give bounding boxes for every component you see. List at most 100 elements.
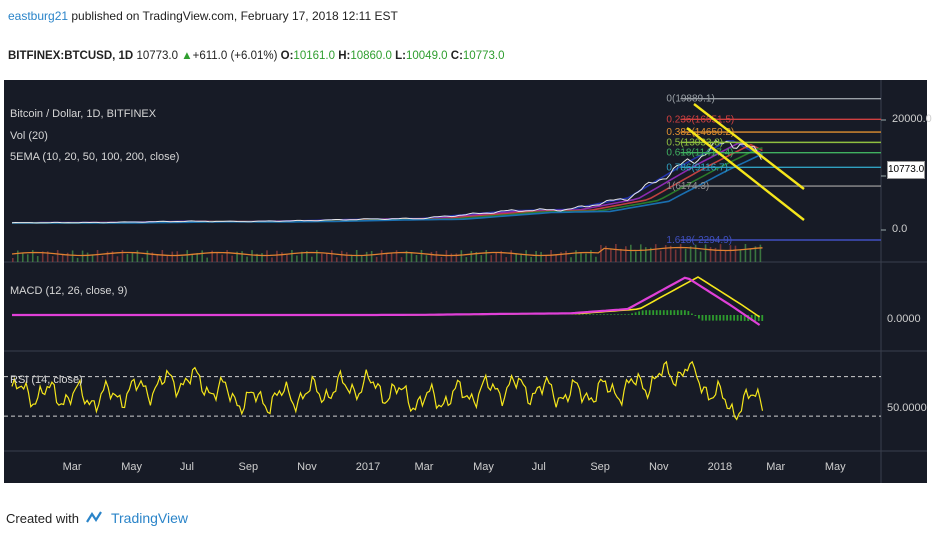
- macd-histogram-bar: [588, 314, 591, 315]
- volume-bar: [281, 252, 283, 262]
- close-label: C:: [450, 50, 463, 62]
- volume-bar: [749, 248, 752, 262]
- open-value: 10161.0: [293, 50, 335, 62]
- macd-histogram-bar: [620, 314, 623, 315]
- time-axis-label: Sep: [590, 461, 610, 473]
- volume-bar: [231, 255, 233, 262]
- volume-bar: [166, 255, 169, 262]
- macd-histogram-bar: [726, 315, 728, 321]
- macd-histogram-bar: [761, 315, 764, 321]
- volume-bar: [226, 250, 228, 262]
- author-link[interactable]: eastburg21: [8, 9, 68, 23]
- volume-bar: [630, 244, 632, 262]
- macd-histogram-bar: [631, 313, 633, 315]
- volume-bar: [276, 250, 278, 262]
- macd-histogram-bar: [673, 310, 676, 315]
- volume-bar: [734, 245, 737, 262]
- volume-bar: [325, 253, 328, 262]
- volume-bar: [505, 257, 508, 262]
- volume-bar: [744, 244, 747, 262]
- volume-bar: [430, 251, 433, 262]
- volume-bar: [345, 252, 348, 262]
- rsi-line: [11, 360, 764, 421]
- vol-legend: Vol (20): [10, 130, 48, 142]
- volume-bar: [535, 250, 537, 262]
- ohlc-line: BITFINEX:BTCUSD, 1D 10773.0 ▲+611.0 (+6.…: [8, 50, 504, 62]
- footer: Created with TradingView: [6, 510, 188, 526]
- macd-histogram-bar: [719, 315, 721, 321]
- macd-histogram-bar: [740, 315, 743, 321]
- time-axis-label: Nov: [297, 461, 317, 473]
- volume-bar: [171, 251, 174, 262]
- macd-histogram-bar: [662, 310, 665, 315]
- volume-bar: [704, 244, 707, 262]
- fib-level-label: 0(19889.1): [666, 94, 714, 105]
- volume-bar: [679, 244, 682, 262]
- volume-bar: [360, 255, 363, 262]
- volume-bar: [634, 251, 637, 262]
- macd-histogram-bar: [610, 314, 612, 315]
- high-value: 10860.0: [350, 50, 392, 62]
- macd-histogram-bar: [701, 315, 704, 321]
- volume-bar: [545, 255, 547, 262]
- fib-level-label: 0.786(9116.7): [666, 162, 728, 173]
- volume-bar: [530, 256, 532, 262]
- macd-histogram-bar: [641, 310, 644, 315]
- volume-bar: [684, 248, 687, 262]
- volume-bar: [31, 250, 34, 262]
- macd-histogram-bar: [733, 315, 736, 321]
- volume-bar: [156, 254, 159, 262]
- macd-histogram-bar: [705, 315, 707, 321]
- volume-bar: [191, 253, 194, 262]
- volume-bar: [470, 250, 473, 262]
- volume-bar: [565, 250, 567, 262]
- volume-bar: [176, 251, 179, 262]
- volume-bar: [465, 257, 468, 262]
- chart-area[interactable]: 0(19889.1) 0.236(16651.5) 0.382(14650.2) 0.…: [4, 80, 932, 483]
- macd-histogram-bar: [708, 315, 711, 321]
- volume-bar: [51, 256, 54, 262]
- symbol-label: BITFINEX:BTCUSD, 1D: [8, 50, 134, 62]
- volume-bar: [490, 255, 493, 262]
- time-axis-label: Nov: [649, 461, 669, 473]
- volume-bar: [66, 252, 69, 262]
- volume-bar: [739, 249, 742, 262]
- fib-level-label: 1.618(-2294.9): [666, 235, 732, 246]
- volume-bar: [385, 253, 388, 262]
- volume-bar: [525, 250, 527, 262]
- macd-histogram-bar: [712, 315, 714, 321]
- open-label: O:: [280, 50, 294, 62]
- volume-bar: [674, 249, 677, 262]
- volume-bar: [435, 250, 438, 262]
- volume-bar: [485, 250, 488, 262]
- macd-histogram-bar: [666, 310, 669, 315]
- price-axis-zero: 0.0: [892, 223, 908, 235]
- volume-bar: [719, 244, 722, 262]
- volume-bar: [76, 257, 79, 262]
- volume-bar: [654, 244, 657, 262]
- volume-bar: [246, 256, 248, 262]
- macd-histogram-bar: [585, 314, 588, 315]
- created-with-text: Created with: [6, 510, 79, 526]
- volume-bar: [311, 256, 313, 262]
- time-axis-label: May: [825, 461, 846, 473]
- volume-bar: [659, 250, 662, 262]
- volume-bar: [101, 255, 104, 262]
- volume-bar: [395, 250, 398, 262]
- volume-bar: [141, 257, 144, 262]
- volume-bar: [595, 256, 597, 262]
- macd-histogram-bar: [617, 314, 619, 315]
- volume-bar: [12, 258, 14, 262]
- rsi-axis-label: 50.0000: [887, 402, 927, 414]
- volume-bar: [450, 253, 453, 262]
- tradingview-brand[interactable]: TradingView: [111, 510, 188, 526]
- last-price-badge: 10773.0: [887, 161, 925, 179]
- volume-bar: [316, 250, 318, 262]
- macd-histogram-bar: [669, 310, 672, 315]
- volume-bar: [251, 250, 253, 262]
- volume-bar: [390, 253, 393, 262]
- volume-bar: [375, 256, 378, 262]
- volume-bar: [694, 244, 697, 262]
- macd-histogram-bar: [754, 315, 757, 321]
- macd-histogram-bar: [648, 310, 651, 315]
